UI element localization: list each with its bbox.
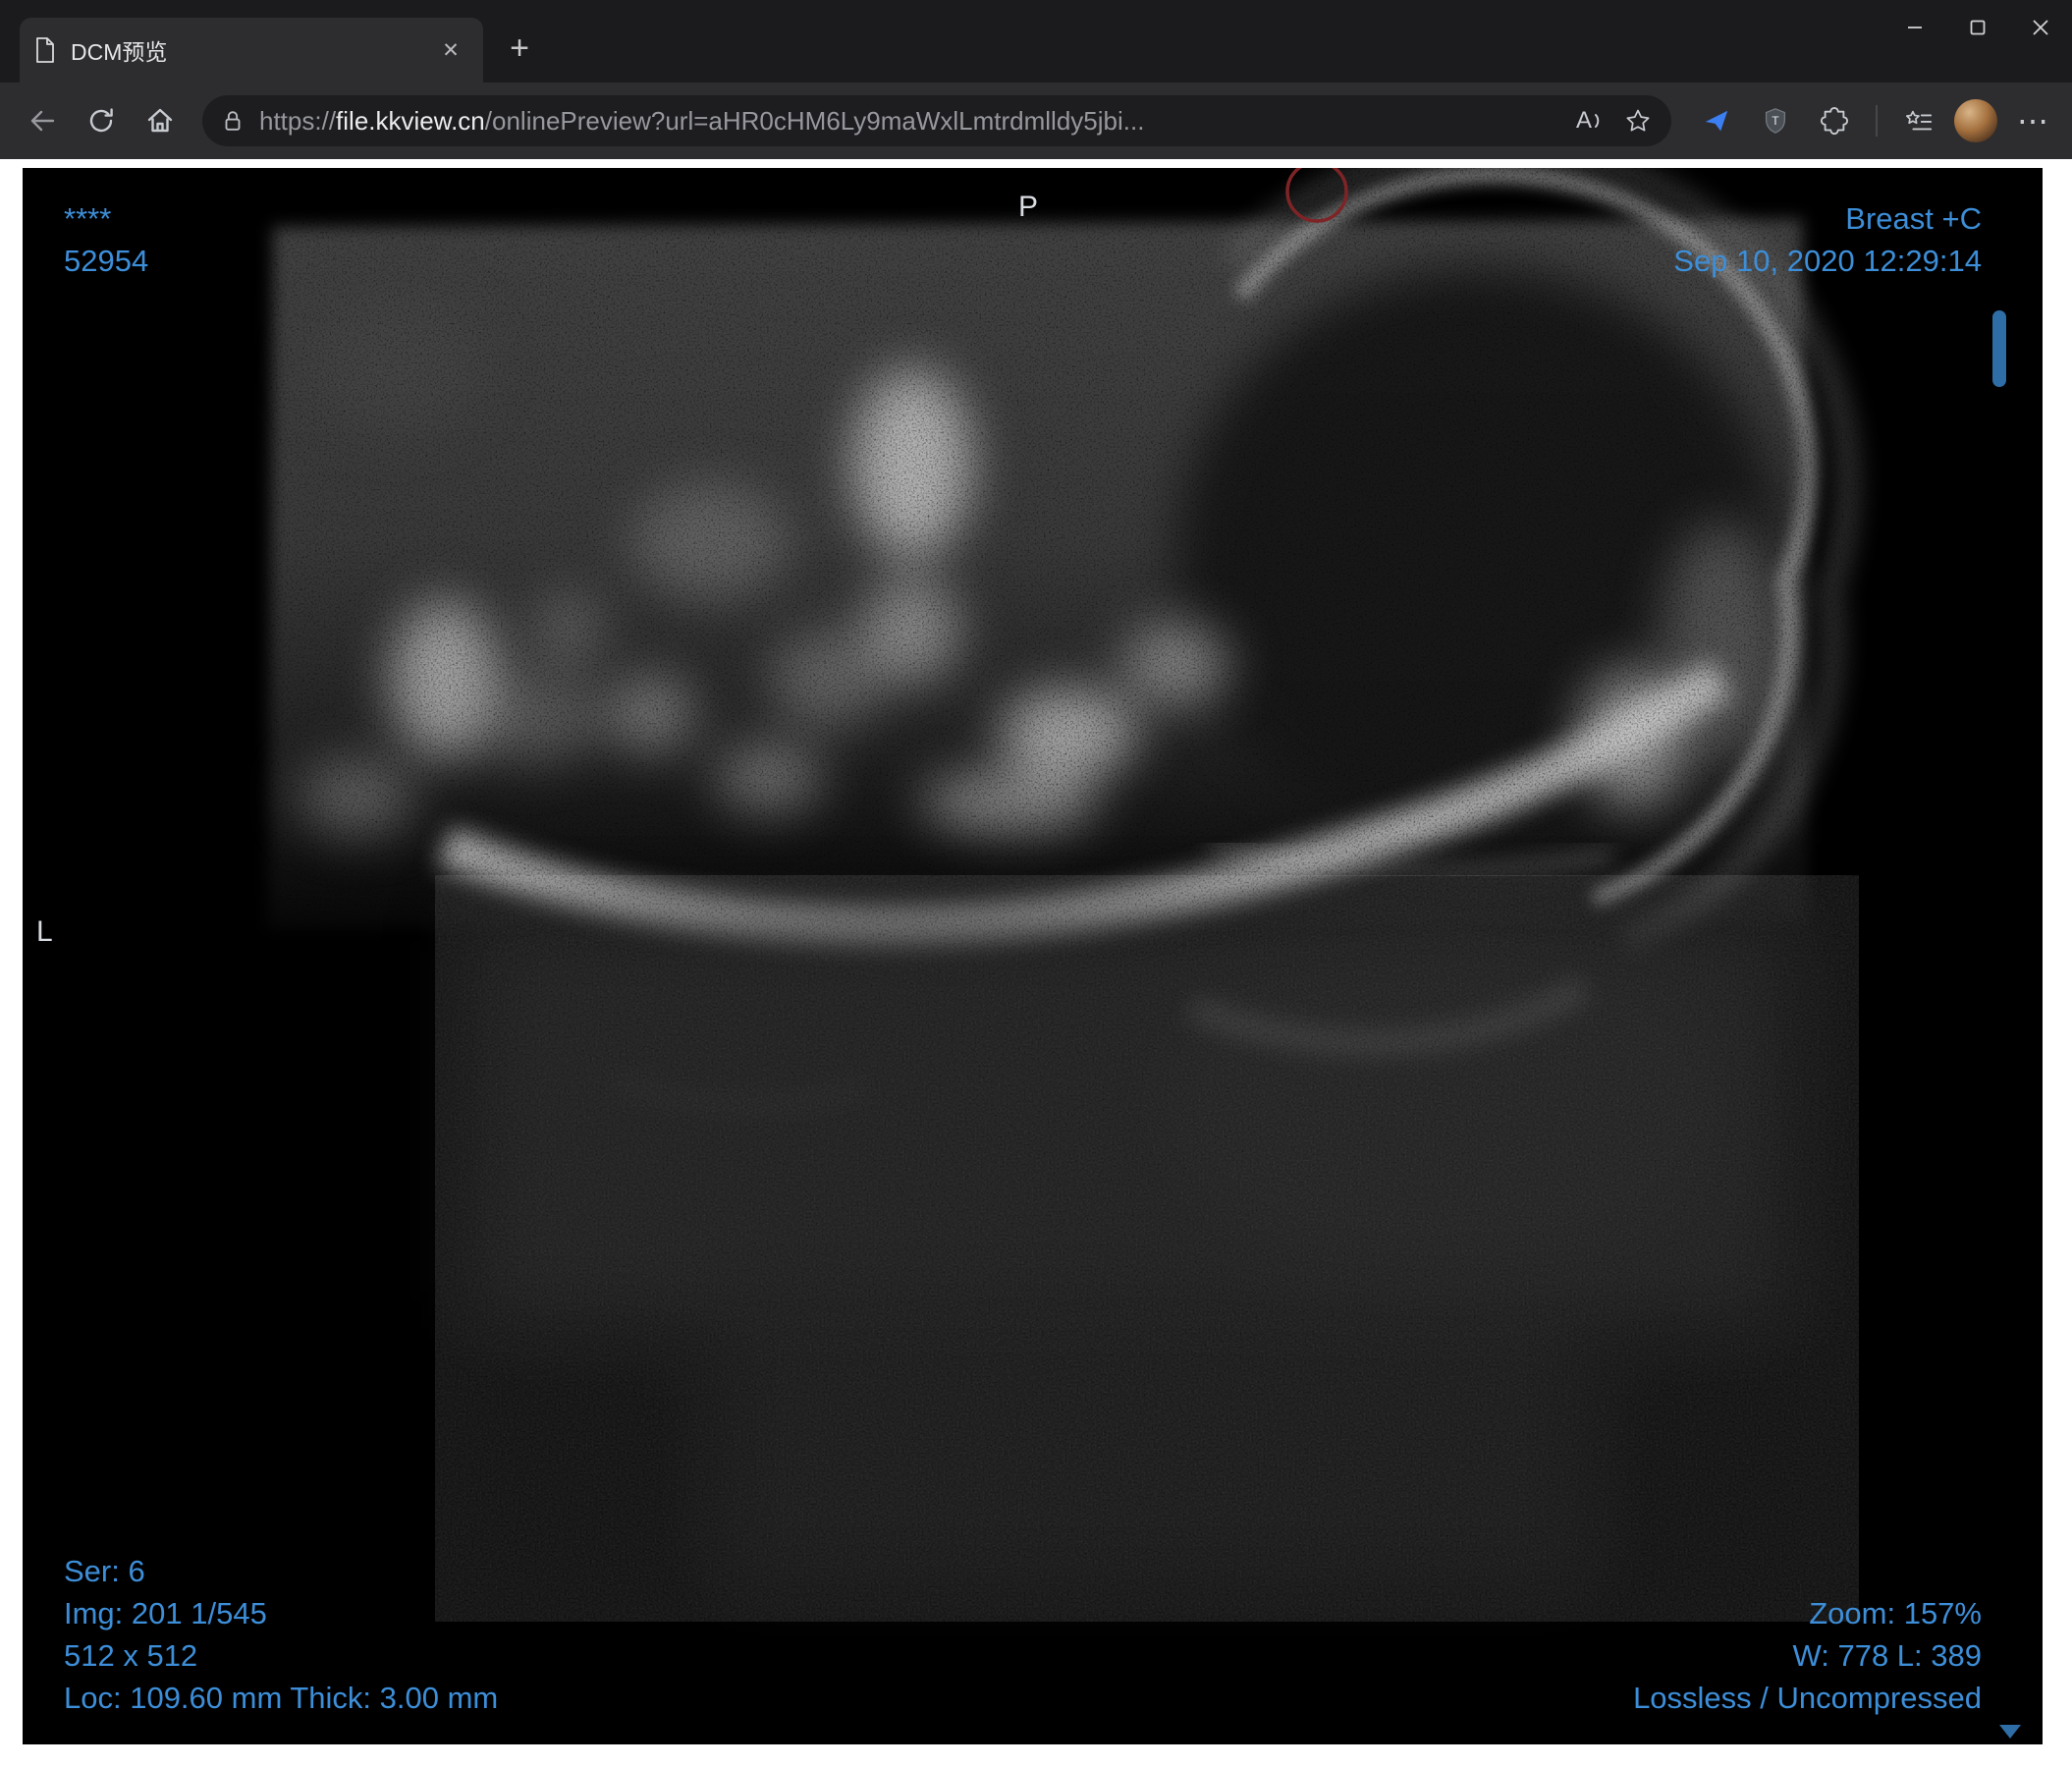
series-number: Ser: 6 — [64, 1554, 145, 1588]
page-background: **** 52954 P Breast +C Sep 10, 2020 12:2… — [0, 159, 2072, 1768]
study-datetime: Sep 10, 2020 12:29:14 — [1673, 244, 1982, 278]
study-description: Breast +C — [1845, 201, 1982, 236]
window-level: W: 778 L: 389 — [1792, 1638, 1982, 1673]
patient-id: 52954 — [64, 244, 149, 278]
refresh-icon — [89, 108, 113, 133]
back-icon — [30, 110, 55, 132]
series-scrollbar-thumb[interactable] — [1992, 310, 2006, 387]
tab-strip: DCM预览 ✕ + — [0, 0, 2072, 83]
extension-shield-button[interactable]: T — [1752, 97, 1799, 144]
maximize-button[interactable] — [1946, 0, 2009, 55]
close-window-button[interactable] — [2009, 0, 2072, 55]
add-favorite-button[interactable] — [1614, 99, 1662, 142]
tab-dcm-preview[interactable]: DCM预览 ✕ — [20, 18, 483, 83]
shield-icon: T — [1765, 108, 1786, 134]
maximize-icon — [1970, 20, 1986, 35]
mri-faint-speckle-layer — [435, 875, 1859, 1622]
tab-close-button[interactable]: ✕ — [432, 31, 469, 69]
orientation-posterior: P — [1018, 191, 1039, 223]
back-button[interactable] — [16, 95, 69, 146]
shield-letter: T — [1772, 114, 1779, 128]
series-scroll-down-arrow[interactable] — [1999, 1725, 2021, 1739]
orientation-left: L — [36, 915, 53, 948]
url-scheme: https:// — [259, 105, 337, 136]
image-number: Img: 201 1/545 — [64, 1596, 267, 1630]
slice-location: Loc: 109.60 mm Thick: 3.00 mm — [64, 1681, 499, 1715]
read-aloud-button[interactable]: A — [1567, 99, 1614, 142]
dicom-viewport[interactable]: **** 52954 P Breast +C Sep 10, 2020 12:2… — [23, 168, 2043, 1744]
favorites-button[interactable] — [1895, 97, 1942, 144]
profile-avatar[interactable] — [1954, 99, 1997, 142]
address-bar[interactable]: https://file.kkview.cn/onlinePreview?url… — [202, 95, 1671, 146]
lock-icon[interactable] — [220, 108, 245, 134]
new-tab-button[interactable]: + — [497, 26, 542, 71]
toolbar-divider — [1876, 105, 1878, 137]
browser-window: DCM预览 ✕ + https://file.kkview.cn/onlineP… — [0, 0, 2072, 1768]
favorites-star-list-icon — [1905, 110, 1933, 131]
navigation-toolbar: https://file.kkview.cn/onlinePreview?url… — [0, 83, 2072, 159]
window-controls — [1883, 0, 2072, 55]
home-button[interactable] — [134, 95, 187, 146]
home-icon — [147, 108, 173, 133]
read-aloud-wave-icon — [1595, 114, 1600, 128]
minimize-icon — [1908, 27, 1922, 28]
url-path: /onlinePreview?url=aHR0cHM6Ly9maWxlLmtrd… — [484, 105, 1145, 136]
study-info-overlay: Breast +C Sep 10, 2020 12:29:14 — [1673, 197, 1982, 282]
close-icon — [2033, 20, 2048, 35]
patient-name-masked: **** — [64, 201, 112, 236]
settings-more-button[interactable]: ⋯ — [2009, 97, 2056, 144]
image-matrix: 512 x 512 — [64, 1638, 198, 1673]
series-info-overlay: Ser: 6 Img: 201 1/545 512 x 512 Loc: 109… — [64, 1550, 498, 1719]
puzzle-icon — [1820, 106, 1849, 136]
patient-info-overlay: **** 52954 — [64, 197, 148, 282]
mri-image — [23, 168, 2043, 1744]
compression-info: Lossless / Uncompressed — [1633, 1681, 1982, 1715]
document-icon — [36, 37, 54, 63]
refresh-button[interactable] — [75, 95, 128, 146]
url-text[interactable]: https://file.kkview.cn/onlinePreview?url… — [259, 106, 1567, 137]
star-icon — [1626, 109, 1650, 132]
extensions-button[interactable] — [1811, 97, 1858, 144]
zoom-level: Zoom: 157% — [1809, 1596, 1982, 1630]
url-host: file.kkview.cn — [336, 105, 485, 136]
extension-blue-button[interactable] — [1693, 97, 1740, 144]
tab-title: DCM预览 — [71, 39, 168, 65]
extension-icons: T ⋯ — [1693, 97, 2056, 144]
display-info-overlay: Zoom: 157% W: 778 L: 389 Lossless / Unco… — [1633, 1592, 1982, 1719]
minimize-button[interactable] — [1883, 0, 1946, 55]
blue-kite-icon — [1705, 110, 1728, 132]
read-aloud-icon: A — [1575, 107, 1592, 134]
